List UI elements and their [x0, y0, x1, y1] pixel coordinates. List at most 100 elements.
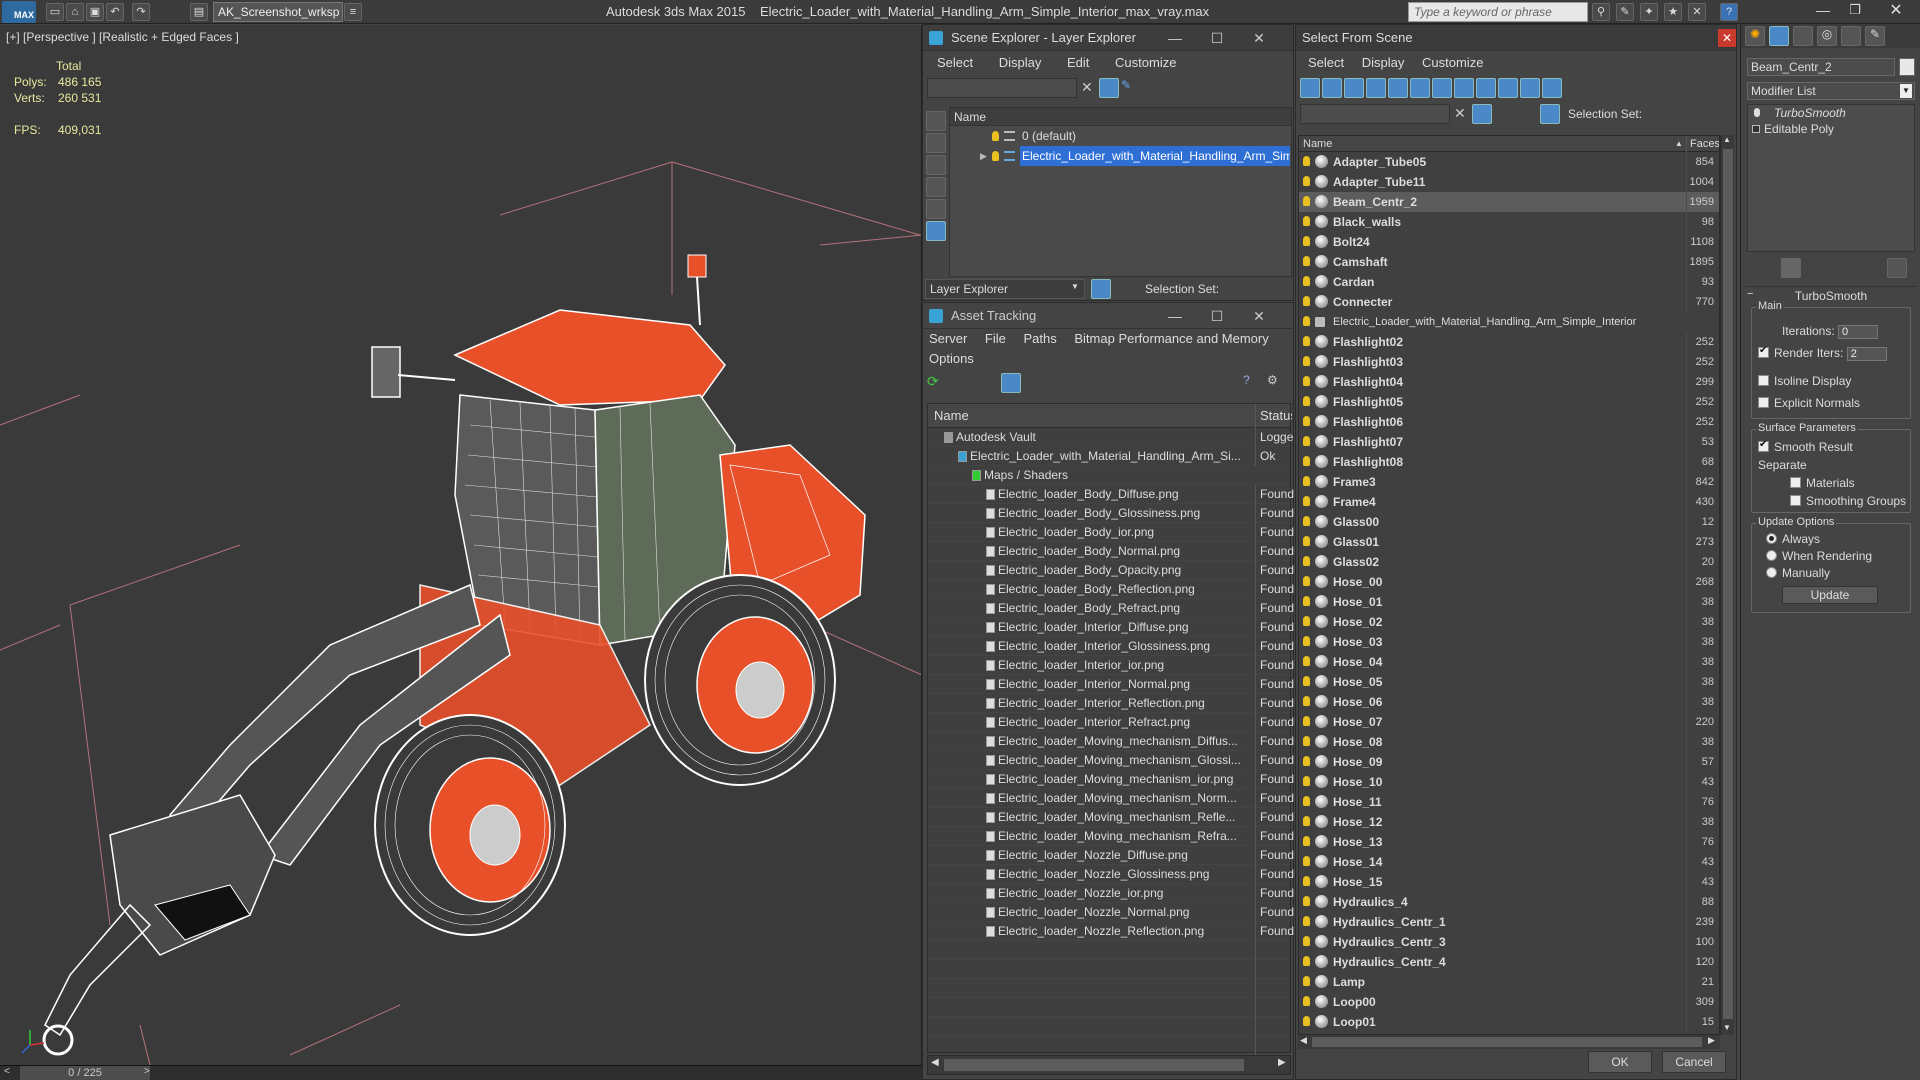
display-groups-icon[interactable]	[1432, 78, 1452, 98]
select-from-scene-titlebar[interactable]: Select From Scene ✕	[1296, 25, 1736, 51]
manually-radio[interactable]	[1766, 567, 1777, 578]
menu-file[interactable]: File	[985, 331, 1006, 346]
asset-row[interactable]: Electric_loader_Interior_ior.png Found	[928, 656, 1294, 675]
object-row[interactable]: Bolt24 1108	[1299, 232, 1719, 252]
object-row[interactable]: Hose_05 38	[1299, 672, 1719, 692]
help-icon[interactable]: ?	[1720, 3, 1738, 21]
light-bulb-icon[interactable]	[1303, 556, 1310, 566]
new-file-icon[interactable]: ▭	[46, 3, 64, 21]
object-row[interactable]: Flashlight02 252	[1299, 332, 1719, 352]
object-row[interactable]: Flashlight04 299	[1299, 372, 1719, 392]
object-row[interactable]: Hose_10 43	[1299, 772, 1719, 792]
filter-icon[interactable]	[1099, 78, 1119, 98]
collapse-all-icon[interactable]	[1696, 78, 1716, 98]
find-input[interactable]	[927, 78, 1077, 98]
light-bulb-icon[interactable]	[1303, 256, 1310, 266]
show-end-result-icon[interactable]	[1781, 258, 1801, 278]
open-folder-icon[interactable]: ⌂	[66, 3, 84, 21]
object-row[interactable]: Lamp 21	[1299, 972, 1719, 992]
asset-row[interactable]: Electric_loader_Body_Glossiness.png Found	[928, 504, 1294, 523]
select-none-icon[interactable]	[1608, 78, 1628, 98]
stack-item-editable-poly[interactable]: Editable Poly	[1748, 121, 1914, 137]
object-row[interactable]: Frame3 842	[1299, 472, 1719, 492]
light-bulb-icon[interactable]	[1303, 996, 1310, 1006]
object-row[interactable]: Hose_13 76	[1299, 832, 1719, 852]
cancel-button[interactable]: Cancel	[1662, 1051, 1726, 1073]
light-bulb-icon[interactable]	[1303, 876, 1310, 886]
menu-display[interactable]: Display	[1362, 55, 1405, 70]
menu-customize[interactable]: Customize	[1115, 55, 1176, 70]
hierarchy-tab-icon[interactable]	[1793, 26, 1813, 46]
scroll-right-icon[interactable]: ▶	[1708, 1035, 1715, 1046]
scroll-left-icon[interactable]: ◀	[931, 1057, 939, 1068]
light-bulb-icon[interactable]	[1303, 856, 1310, 866]
display-none-icon[interactable]	[926, 111, 946, 131]
display-lights-icon[interactable]	[1344, 78, 1364, 98]
asset-row[interactable]: Electric_loader_Body_Refract.png Found	[928, 599, 1294, 618]
asset-row[interactable]: Electric_loader_Moving_mechanism_Glossi.…	[928, 751, 1294, 770]
light-bulb-icon[interactable]	[1303, 176, 1310, 186]
light-bulb-icon[interactable]	[1303, 236, 1310, 246]
asset-row[interactable]: Electric_loader_Body_Normal.png Found	[928, 542, 1294, 561]
explorer-type-dropdown[interactable]: Layer Explorer	[925, 279, 1085, 299]
light-bulb-icon[interactable]	[1303, 636, 1310, 646]
object-row[interactable]: Camshaft 1895	[1299, 252, 1719, 272]
materials-checkbox[interactable]	[1790, 477, 1801, 488]
object-list-hscroll[interactable]: ◀ ▶	[1298, 1035, 1720, 1049]
select-invert-icon[interactable]	[1630, 78, 1650, 98]
when-rendering-radio[interactable]	[1766, 550, 1777, 561]
layer-row[interactable]: 0 (default)	[950, 126, 1291, 146]
object-row[interactable]: Flashlight06 252	[1299, 412, 1719, 432]
light-bulb-icon[interactable]	[1303, 776, 1310, 786]
expand-box-icon[interactable]	[1752, 125, 1760, 133]
filter-icon[interactable]	[1472, 104, 1492, 124]
asset-row[interactable]: Electric_loader_Nozzle_Diffuse.png Found	[928, 846, 1294, 865]
object-row[interactable]: Beam_Centr_2 1959	[1299, 192, 1719, 212]
light-bulb-icon[interactable]	[1303, 676, 1310, 686]
scroll-thumb[interactable]	[944, 1059, 1244, 1071]
asset-row[interactable]: Electric_loader_Moving_mechanism_Refle..…	[928, 808, 1294, 827]
asset-row[interactable]: Electric_loader_Moving_mechanism_Refra..…	[928, 827, 1294, 846]
display-bones-icon[interactable]	[1476, 78, 1496, 98]
layer-toggle-icon[interactable]	[1091, 279, 1111, 299]
display-cameras-icon[interactable]	[1366, 78, 1386, 98]
object-row[interactable]: Cardan 93	[1299, 272, 1719, 292]
light-bulb-icon[interactable]	[1303, 216, 1310, 226]
asset-row[interactable]: Electric_loader_Moving_mechanism_Norm...…	[928, 789, 1294, 808]
asset-row[interactable]: Electric_loader_Nozzle_Glossiness.png Fou…	[928, 865, 1294, 884]
menu-customize[interactable]: Customize	[1422, 55, 1483, 70]
object-row[interactable]: Glass00 12	[1299, 512, 1719, 532]
smooth-result-checkbox[interactable]	[1758, 439, 1769, 452]
smoothing-groups-checkbox[interactable]	[1790, 495, 1801, 506]
asset-row[interactable]: Electric_loader_Body_Diffuse.png Found	[928, 485, 1294, 504]
display-frozen-icon[interactable]	[1520, 78, 1540, 98]
light-bulb-icon[interactable]	[1303, 896, 1310, 906]
object-row[interactable]: Black_walls 98	[1299, 212, 1719, 232]
object-row[interactable]: Hose_06 38	[1299, 692, 1719, 712]
light-bulb-icon[interactable]	[1303, 576, 1310, 586]
menu-paths[interactable]: Paths	[1024, 331, 1057, 346]
object-row[interactable]: Hose_08 38	[1299, 732, 1719, 752]
object-row[interactable]: Hose_11 76	[1299, 792, 1719, 812]
object-row[interactable]: Flashlight08 68	[1299, 452, 1719, 472]
object-row[interactable]: Hose_00 268	[1299, 572, 1719, 592]
object-row[interactable]: Connecter 770	[1299, 292, 1719, 312]
scroll-up-icon[interactable]: ▲	[1723, 135, 1731, 144]
make-unique-icon[interactable]	[1813, 258, 1833, 278]
expand-arrow-icon[interactable]: ▶	[980, 146, 987, 166]
thumbnail-view-icon[interactable]	[975, 373, 995, 393]
project-folder-icon[interactable]: ▤	[190, 3, 208, 21]
light-bulb-icon[interactable]	[1303, 656, 1310, 666]
light-bulb-icon[interactable]	[1303, 756, 1310, 766]
layer-row[interactable]: ▶ Electric_Loader_with_Material_Handling…	[950, 146, 1291, 166]
layer-stack-icon[interactable]	[1518, 104, 1538, 124]
hierarchy-icon[interactable]	[1111, 279, 1131, 299]
menu-select[interactable]: Select	[1308, 55, 1344, 70]
col-status[interactable]: Status	[1255, 404, 1292, 428]
object-row[interactable]: Hose_01 38	[1299, 592, 1719, 612]
stack-item-turbosmooth[interactable]: TurboSmooth	[1748, 105, 1914, 121]
settings-icon[interactable]: ⚙	[1267, 373, 1287, 393]
invert-display-icon[interactable]	[926, 155, 946, 175]
subscription-icon[interactable]: ✦	[1640, 3, 1658, 21]
object-row[interactable]: Hose_14 43	[1299, 852, 1719, 872]
